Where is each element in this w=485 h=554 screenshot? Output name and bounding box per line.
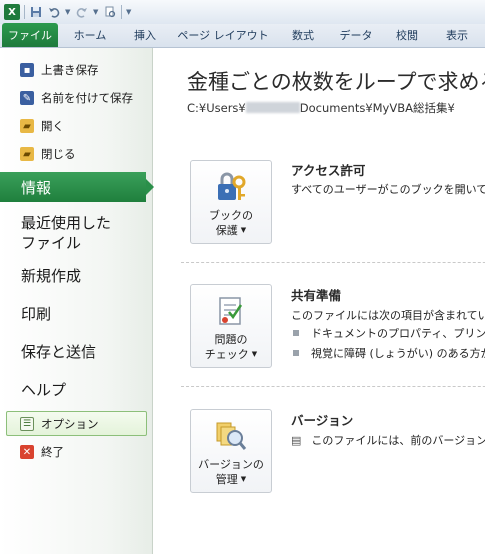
print-preview-icon[interactable]: [103, 5, 117, 19]
recent-label-line1: 最近使用した: [21, 214, 112, 232]
checklist-icon: [213, 293, 249, 329]
save-command[interactable]: ▪ 上書き保存: [20, 62, 99, 78]
protect-label-line2: 保護: [215, 224, 238, 237]
protect-workbook-label: ブックの 保護 ▼: [209, 208, 253, 238]
save-as-label: 名前を付けて保存: [41, 91, 133, 105]
permissions-heading: アクセス許可: [291, 163, 366, 178]
tab-formulas[interactable]: 数式: [278, 23, 328, 47]
manage-versions-button[interactable]: バージョンの 管理 ▼: [190, 409, 272, 493]
excel-icon[interactable]: X: [4, 4, 20, 20]
versions-label-line1: バージョンの: [198, 458, 264, 471]
file-path: C:¥Users¥ Documents¥MyVBA総括集¥: [187, 100, 455, 116]
chevron-down-icon: ▼: [240, 226, 247, 234]
info-pane: 金種ごとの枚数をループで求める C:¥Users¥ Documents¥MyVBA…: [154, 48, 485, 554]
undo-dropdown-icon[interactable]: ▼: [65, 8, 71, 16]
options-icon: ☰: [20, 417, 34, 431]
tab-insert[interactable]: 挿入: [122, 23, 168, 47]
section-divider: [181, 386, 485, 387]
tab-recent[interactable]: 最近使用した ファイル: [21, 213, 111, 253]
undo-icon[interactable]: [47, 5, 61, 19]
prepare-bullet: ドキュメントのプロパティ、プリンターの: [293, 325, 485, 341]
lock-key-icon: [213, 169, 249, 205]
chevron-down-icon: ▼: [251, 350, 258, 358]
manage-versions-label: バージョンの 管理 ▼: [198, 457, 264, 487]
exit-icon: ✕: [20, 445, 34, 459]
tab-save-send[interactable]: 保存と送信: [21, 342, 96, 362]
file-path-prefix: C:¥Users¥: [187, 101, 246, 115]
bullet-icon: [293, 330, 299, 336]
save-label: 上書き保存: [41, 63, 99, 77]
exit-command[interactable]: ✕ 終了: [20, 444, 64, 460]
tab-info[interactable]: 情報: [0, 172, 154, 202]
permissions-text: すべてのユーザーがこのブックを開いてこの: [291, 183, 485, 196]
prepare-text: このファイルには次の項目が含まれています: [291, 309, 485, 322]
excel-backstage-window: X ▼ ▼ ▼ ファイル ホーム 挿入 ページ レイアウト 数式 データ 校閲 …: [0, 0, 485, 554]
close-folder-icon: ▰: [20, 147, 34, 161]
redacted-username: [245, 102, 300, 113]
prepare-bullet: 視覚に障碍 (しょうがい) のある方が: [293, 345, 485, 361]
tab-data[interactable]: データ: [328, 23, 384, 47]
tab-new[interactable]: 新規作成: [21, 266, 81, 286]
save-icon: ▪: [20, 63, 34, 77]
tab-review[interactable]: 校閲: [384, 23, 430, 47]
chevron-down-icon: ▼: [240, 475, 247, 483]
section-divider: [181, 262, 485, 263]
exit-label: 終了: [41, 445, 64, 459]
close-label: 閉じる: [41, 147, 76, 161]
tab-page-layout[interactable]: ページ レイアウト: [168, 23, 278, 47]
versions-label-line2: 管理: [215, 473, 238, 486]
open-label: 開く: [41, 119, 64, 133]
file-path-suffix: Documents¥MyVBA総括集¥: [299, 101, 455, 115]
toolbar-separator: [121, 5, 122, 19]
page-title: 金種ごとの枚数をループで求める: [187, 70, 485, 94]
save-as-icon: ✎: [20, 91, 34, 105]
prepare-bullet-text: ドキュメントのプロパティ、プリンターの: [311, 327, 485, 340]
check-for-issues-label: 問題の チェック ▼: [205, 332, 257, 362]
protect-workbook-button[interactable]: ブックの 保護 ▼: [190, 160, 272, 244]
save-icon[interactable]: [29, 5, 43, 19]
ribbon-tabs: ファイル ホーム 挿入 ページ レイアウト 数式 データ 校閲 表示: [0, 23, 485, 48]
customize-icon[interactable]: ▼: [126, 8, 132, 16]
check-label-line2: チェック: [204, 348, 249, 361]
quick-access-toolbar: X ▼ ▼ ▼: [0, 0, 485, 24]
versions-info: ▤ このファイルには、前のバージョンはあ: [291, 432, 485, 448]
options-command[interactable]: ☰ オプション: [20, 416, 99, 432]
save-as-command[interactable]: ✎ 名前を付けて保存: [20, 90, 133, 106]
recent-label-line2: ファイル: [21, 234, 82, 252]
redo-dropdown-icon[interactable]: ▼: [93, 8, 99, 16]
check-label-line1: 問題の: [214, 333, 248, 346]
backstage-navigation: ▪ 上書き保存 ✎ 名前を付けて保存 ▰ 開く ▰ 閉じる 情報 最近使用した …: [0, 48, 154, 554]
tab-home[interactable]: ホーム: [58, 23, 122, 47]
protect-label-line1: ブックの: [209, 209, 253, 222]
tab-view[interactable]: 表示: [430, 23, 484, 47]
open-folder-icon: ▰: [20, 119, 34, 133]
prepare-heading: 共有準備: [291, 288, 342, 303]
tab-print[interactable]: 印刷: [21, 304, 51, 324]
toolbar-separator: [24, 5, 25, 19]
tab-file[interactable]: ファイル: [2, 23, 58, 47]
open-command[interactable]: ▰ 開く: [20, 118, 64, 134]
tab-help[interactable]: ヘルプ: [21, 380, 66, 400]
bullet-icon: [293, 350, 299, 356]
versions-heading: バージョン: [291, 413, 354, 428]
redo-icon[interactable]: [75, 5, 89, 19]
versions-text: このファイルには、前のバージョンはあ: [311, 434, 485, 447]
check-for-issues-button[interactable]: 問題の チェック ▼: [190, 284, 272, 368]
prepare-bullet-text: 視覚に障碍 (しょうがい) のある方が: [311, 347, 485, 360]
options-label: オプション: [41, 417, 99, 431]
close-command[interactable]: ▰ 閉じる: [20, 146, 76, 162]
document-versions-icon: ▤: [291, 433, 302, 447]
versions-magnifier-icon: [213, 418, 249, 454]
